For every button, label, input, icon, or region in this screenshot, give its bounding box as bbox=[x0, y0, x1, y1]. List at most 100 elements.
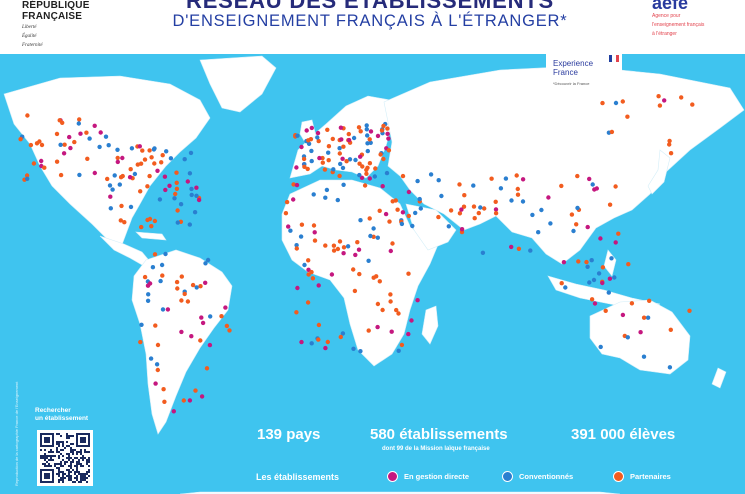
school-marker bbox=[227, 328, 232, 333]
experience-france-tagline: *Découvrir la France bbox=[553, 81, 590, 86]
school-marker bbox=[309, 341, 314, 346]
school-marker bbox=[388, 248, 393, 254]
school-marker bbox=[366, 328, 371, 333]
school-marker bbox=[205, 257, 211, 263]
school-marker bbox=[439, 193, 444, 199]
school-marker bbox=[594, 186, 599, 191]
school-marker bbox=[196, 197, 202, 203]
school-marker bbox=[338, 161, 343, 167]
school-marker bbox=[145, 217, 150, 223]
school-marker bbox=[620, 99, 625, 104]
school-marker bbox=[142, 274, 148, 280]
school-marker bbox=[97, 144, 102, 150]
school-marker bbox=[284, 199, 290, 205]
school-marker bbox=[561, 260, 567, 265]
school-marker bbox=[175, 220, 180, 225]
school-marker bbox=[147, 173, 152, 179]
school-marker bbox=[493, 199, 498, 204]
search-label-line-1: Rechercher bbox=[35, 407, 71, 414]
school-marker bbox=[377, 279, 382, 284]
school-marker bbox=[418, 206, 423, 211]
school-marker bbox=[471, 204, 477, 209]
school-marker bbox=[153, 381, 158, 386]
school-marker bbox=[294, 310, 299, 315]
school-marker bbox=[185, 299, 191, 304]
legend-direct: En gestion directe bbox=[387, 471, 469, 482]
school-marker bbox=[339, 137, 344, 142]
school-marker bbox=[172, 196, 177, 201]
school-marker bbox=[383, 211, 389, 217]
school-marker bbox=[668, 151, 674, 156]
school-marker bbox=[367, 176, 372, 181]
school-marker bbox=[613, 184, 618, 189]
school-marker bbox=[575, 205, 580, 211]
school-marker bbox=[325, 127, 330, 132]
school-marker bbox=[128, 167, 133, 172]
school-marker bbox=[358, 154, 363, 159]
school-marker bbox=[129, 146, 135, 151]
school-marker bbox=[480, 250, 486, 255]
school-marker bbox=[357, 271, 362, 277]
land-philippines bbox=[603, 249, 617, 277]
school-marker bbox=[358, 349, 363, 354]
school-marker bbox=[311, 223, 317, 228]
stat-schools: 580 établissements bbox=[370, 426, 508, 443]
school-marker bbox=[309, 125, 314, 131]
school-marker bbox=[396, 348, 401, 353]
land-caribbean bbox=[135, 231, 167, 241]
school-marker bbox=[148, 356, 154, 361]
school-marker bbox=[657, 103, 663, 108]
stat-countries: 139 pays bbox=[257, 426, 321, 443]
school-marker bbox=[312, 238, 318, 243]
school-marker bbox=[400, 210, 406, 215]
school-marker bbox=[304, 128, 309, 133]
school-marker bbox=[589, 297, 595, 302]
title-block: RÉSEAU DES ÉTABLISSEMENTS D'ENSEIGNEMENT… bbox=[150, 0, 590, 31]
school-marker bbox=[108, 206, 114, 211]
school-marker bbox=[85, 156, 90, 161]
school-marker bbox=[138, 189, 143, 194]
school-marker bbox=[528, 248, 533, 253]
school-marker bbox=[368, 233, 373, 239]
school-marker bbox=[384, 170, 390, 176]
school-marker bbox=[322, 167, 328, 172]
school-marker bbox=[539, 207, 544, 213]
aefe-tagline-1: Agence pour bbox=[652, 13, 681, 19]
legend-partenaires-dot bbox=[613, 471, 624, 482]
map-poster: RÉPUBLIQUE FRANÇAISE Liberté Égalité Fra… bbox=[0, 0, 745, 494]
school-marker bbox=[472, 216, 477, 221]
school-marker bbox=[396, 311, 401, 316]
aefe-tagline-3: à l'étranger bbox=[652, 31, 677, 37]
school-marker bbox=[187, 398, 193, 403]
school-marker bbox=[489, 176, 494, 181]
school-marker bbox=[185, 179, 190, 184]
school-marker bbox=[375, 324, 380, 330]
school-marker bbox=[576, 259, 581, 264]
school-marker bbox=[606, 290, 611, 295]
school-marker bbox=[375, 133, 381, 139]
school-marker bbox=[207, 342, 213, 348]
school-marker bbox=[117, 182, 123, 187]
school-marker bbox=[417, 196, 422, 202]
school-marker bbox=[152, 218, 158, 224]
school-marker bbox=[106, 143, 111, 148]
school-marker bbox=[78, 131, 83, 136]
school-marker bbox=[668, 327, 673, 332]
school-marker bbox=[320, 160, 325, 165]
school-marker bbox=[145, 298, 151, 303]
school-marker bbox=[374, 274, 379, 279]
search-qr-code[interactable] bbox=[37, 430, 93, 486]
page-title: RÉSEAU DES ÉTABLISSEMENTS bbox=[186, 0, 554, 13]
school-marker bbox=[563, 285, 568, 290]
school-marker bbox=[584, 259, 589, 265]
school-marker bbox=[613, 100, 619, 106]
school-marker bbox=[364, 171, 369, 176]
school-marker bbox=[459, 227, 465, 232]
school-marker bbox=[286, 224, 291, 229]
school-marker bbox=[61, 151, 67, 156]
experience-france-name: Experience France bbox=[553, 59, 593, 77]
school-marker bbox=[509, 198, 514, 203]
map-credit: Reproduction de la cartographie France d… bbox=[14, 381, 19, 486]
school-marker bbox=[476, 210, 481, 216]
school-marker bbox=[399, 342, 405, 348]
